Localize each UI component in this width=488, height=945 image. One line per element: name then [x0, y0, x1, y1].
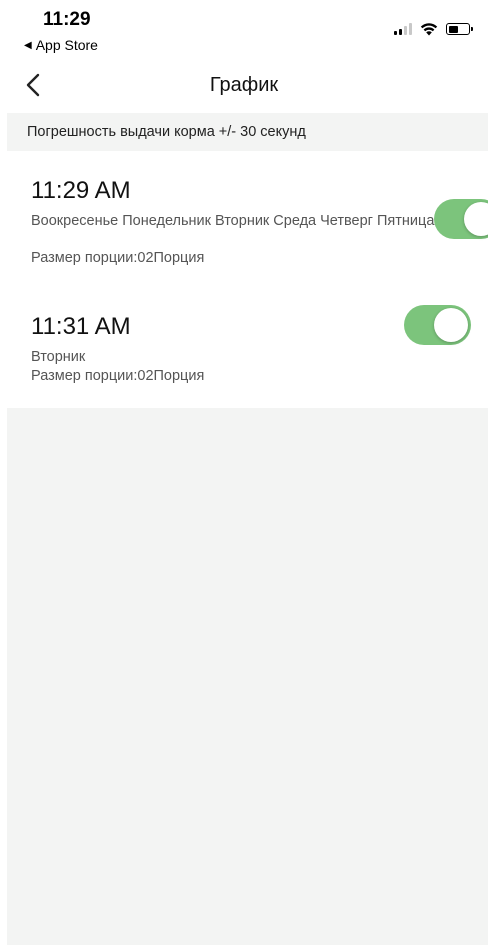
schedule-time: 11:31 AM: [31, 313, 131, 340]
schedule-list: 11:29 AM Воокресенье Понедельник Вторник…: [7, 151, 488, 408]
schedule-time: 11:29 AM: [31, 177, 131, 204]
back-to-app-store-link[interactable]: ◀ App Store: [24, 37, 98, 53]
nav-bar: График: [0, 62, 488, 110]
schedule-toggle[interactable]: [404, 305, 471, 345]
schedule-item[interactable]: 11:31 AM Вторник Размер порции:02Порция: [7, 283, 488, 408]
status-time: 11:29: [43, 9, 91, 30]
schedule-portion: Размер порции:02Порция: [31, 250, 205, 266]
back-app-label: App Store: [35, 37, 98, 53]
toggle-knob: [464, 202, 488, 236]
schedule-days: Вторник: [31, 349, 86, 365]
schedule-item[interactable]: 11:29 AM Воокресенье Понедельник Вторник…: [7, 151, 488, 283]
toggle-knob: [434, 308, 468, 342]
signal-icon: [394, 23, 412, 35]
page-title: График: [209, 74, 279, 96]
battery-icon: [446, 23, 473, 35]
back-triangle-icon: ◀: [24, 39, 32, 51]
schedule-days: Воокресенье Понедельник Вторник Среда Че…: [31, 213, 435, 229]
schedule-toggle[interactable]: [434, 199, 488, 239]
feeding-tolerance-notice: Погрешность выдачи корма +/- 30 секунд: [7, 113, 488, 151]
status-icons: [394, 22, 473, 36]
status-bar: 11:29 ◀ App Store: [0, 0, 488, 60]
empty-area: [7, 408, 488, 945]
wifi-icon: [420, 23, 438, 36]
schedule-portion: Размер порции:02Порция: [31, 368, 205, 384]
